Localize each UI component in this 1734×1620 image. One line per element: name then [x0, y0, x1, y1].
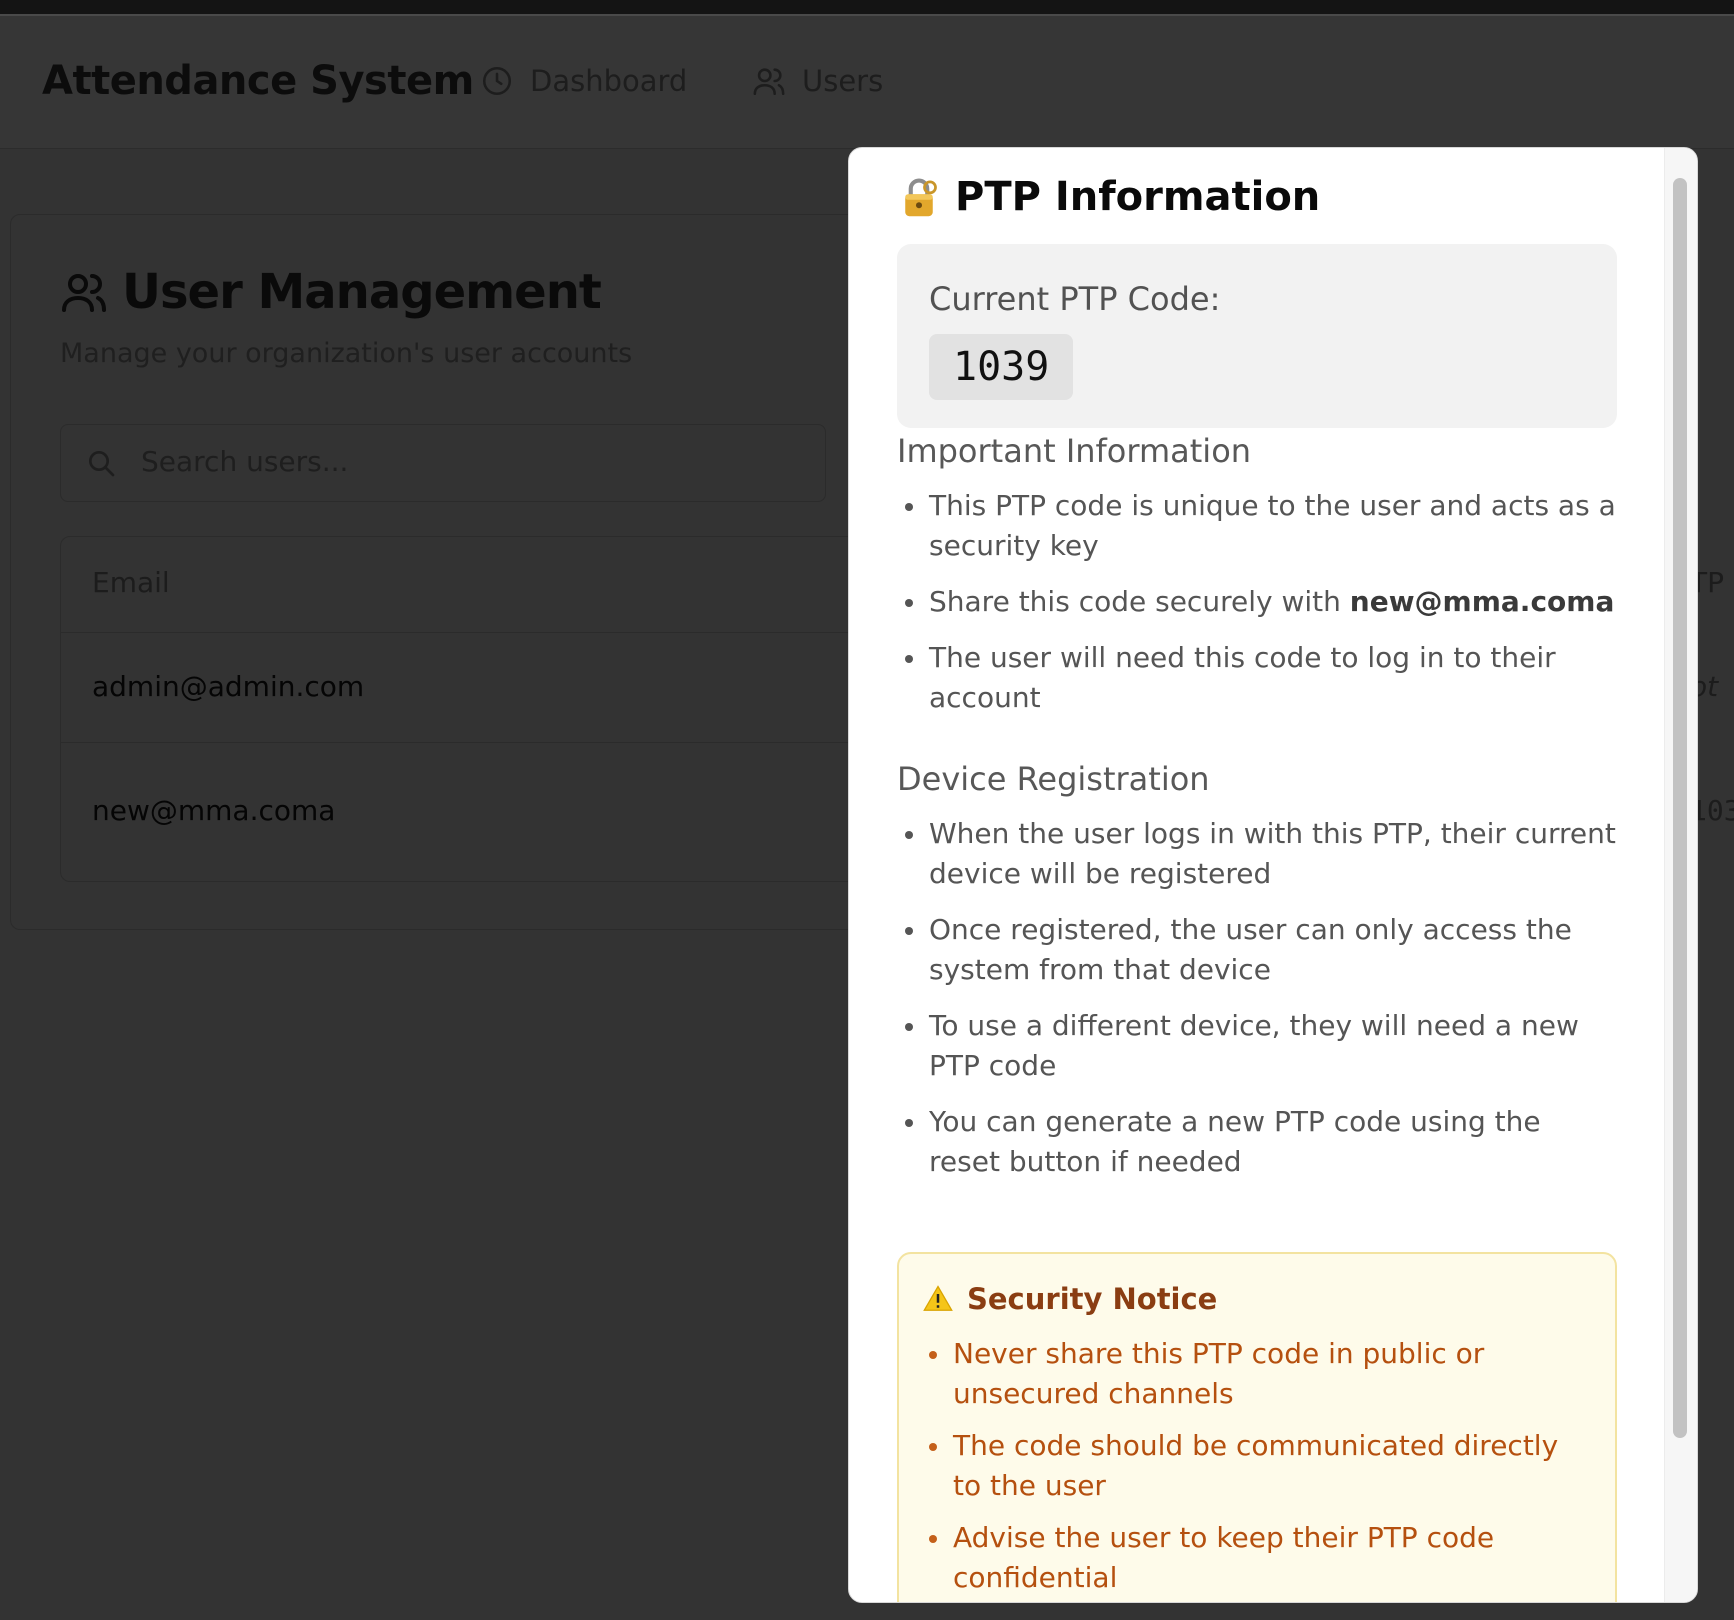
table-row-email[interactable]: new@mma.coma [92, 794, 335, 827]
nav-users[interactable]: Users [752, 64, 883, 98]
important-info-heading: Important Information [897, 432, 1252, 470]
modal-title: PTP Information [897, 174, 1320, 220]
security-notice-list: Never share this PTP code in public or u… [923, 1334, 1583, 1602]
list-item: Once registered, the user can only acces… [897, 910, 1617, 990]
modal-scrollbar[interactable] [1664, 148, 1697, 1602]
security-notice-heading: Security Notice [923, 1282, 1217, 1316]
ptp-code-box: Current PTP Code: 1039 [897, 244, 1617, 428]
list-item: When the user logs in with this PTP, the… [897, 814, 1617, 894]
window-top-strip [0, 0, 1734, 16]
list-item: You can generate a new PTP code using th… [897, 1102, 1617, 1182]
lock-icon [905, 178, 937, 217]
ptp-code-value[interactable]: 1039 [929, 334, 1074, 400]
modal-content: PTP Information Current PTP Code: 1039 I… [849, 148, 1665, 1602]
security-notice-title: Security Notice [967, 1282, 1218, 1316]
modal-title-text: PTP Information [955, 174, 1321, 220]
list-item: Advise the user to keep their PTP code c… [923, 1518, 1583, 1598]
page-title: User Management [60, 264, 602, 320]
nav-dashboard-label: Dashboard [530, 64, 688, 98]
search-icon [89, 451, 115, 477]
search-placeholder: Search users... [141, 445, 349, 478]
list-item: Share this code securely with new@mma.co… [897, 582, 1617, 622]
warning-icon [923, 1285, 953, 1311]
users-icon [753, 68, 785, 96]
modal-scrollbar-thumb[interactable] [1673, 178, 1687, 1438]
device-registration-heading: Device Registration [897, 760, 1210, 798]
nav-dashboard[interactable]: Dashboard [480, 64, 687, 98]
users-icon [62, 274, 106, 312]
column-header-email[interactable]: Email [92, 566, 170, 599]
list-item-text: Share this code securely with [929, 585, 1341, 618]
clock-icon [482, 66, 512, 96]
important-info-list: This PTP code is unique to the user and … [897, 486, 1617, 734]
page-title-text: User Management [122, 264, 602, 320]
search-input[interactable]: Search users... [60, 424, 826, 502]
nav-users-label: Users [802, 64, 884, 98]
list-item: The user will need this code to log in t… [897, 638, 1617, 718]
list-item: The code should be communicated directly… [923, 1426, 1583, 1506]
app-brand: Attendance System [42, 58, 474, 104]
ptp-info-modal: PTP Information Current PTP Code: 1039 I… [848, 147, 1698, 1603]
page-subtitle: Manage your organization's user accounts [60, 338, 633, 369]
table-row-email[interactable]: admin@admin.com [92, 670, 364, 703]
app-header: Attendance System Dashboard Users [0, 16, 1734, 149]
share-email: new@mma.coma [1349, 585, 1615, 618]
device-registration-list: When the user logs in with this PTP, the… [897, 814, 1617, 1198]
security-notice: Security Notice Never share this PTP cod… [897, 1252, 1617, 1602]
ptp-code-label: Current PTP Code: [929, 280, 1221, 318]
list-item: This PTP code is unique to the user and … [897, 486, 1617, 566]
list-item: Never share this PTP code in public or u… [923, 1334, 1583, 1414]
list-item: To use a different device, they will nee… [897, 1006, 1617, 1086]
